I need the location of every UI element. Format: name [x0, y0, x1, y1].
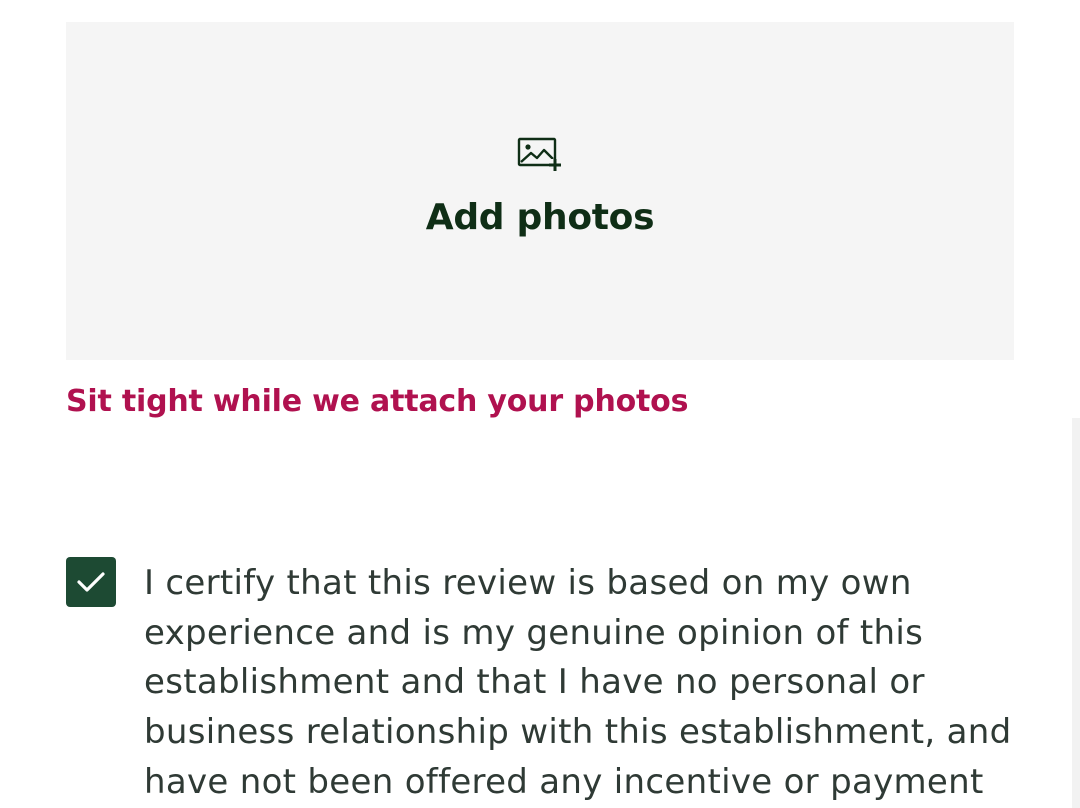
add-photos-dropzone[interactable]: Add photos	[66, 22, 1014, 360]
review-photo-upload-page: Add photos Sit tight while we attach you…	[0, 0, 1080, 808]
add-photos-label: Add photos	[425, 197, 655, 238]
scrollbar-track[interactable]	[1072, 418, 1080, 808]
checkmark-icon	[77, 572, 105, 592]
attach-status-message: Sit tight while we attach your photos	[66, 384, 689, 419]
certification-text: I certify that this review is based on m…	[144, 563, 1012, 802]
add-photo-icon	[517, 137, 561, 171]
certify-checkbox[interactable]	[66, 557, 116, 607]
